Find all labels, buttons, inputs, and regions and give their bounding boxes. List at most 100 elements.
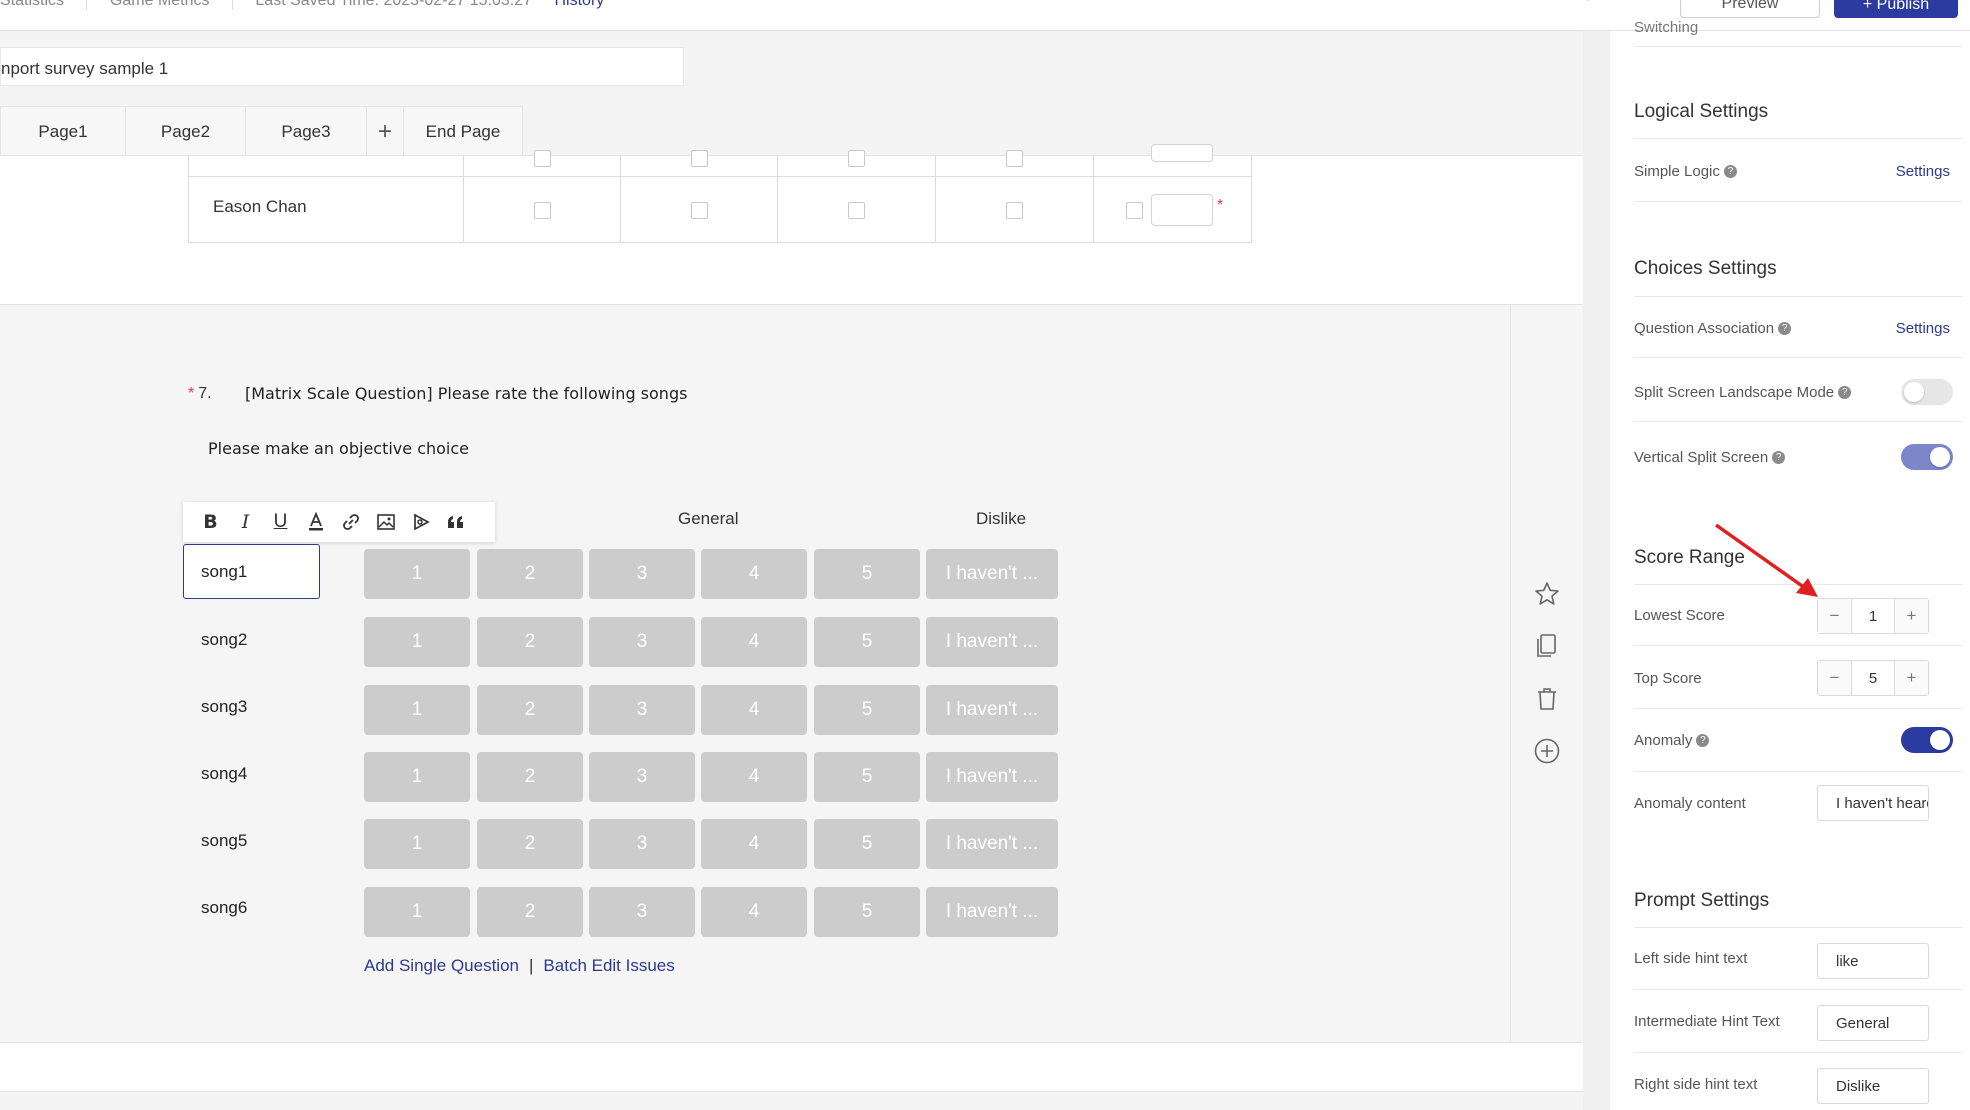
quote-icon[interactable] (438, 507, 473, 537)
survey-title-input[interactable]: nport survey sample 1 (0, 47, 684, 86)
score-option-button[interactable]: 4 (701, 549, 807, 599)
checkbox[interactable] (848, 150, 865, 167)
score-option-button[interactable]: 4 (701, 617, 807, 667)
increment-button[interactable]: + (1894, 661, 1928, 695)
score-option-button[interactable]: 5 (814, 549, 920, 599)
anomaly-toggle[interactable] (1901, 727, 1953, 753)
row-label[interactable]: song3 (201, 697, 247, 717)
score-option-button[interactable]: 5 (814, 887, 920, 937)
star-icon[interactable] (1532, 579, 1562, 609)
add-page-button[interactable]: + (367, 107, 404, 156)
split-landscape-toggle[interactable] (1901, 379, 1953, 405)
preview-button[interactable]: Preview (1680, 0, 1820, 18)
question-description[interactable]: Please make an objective choice (208, 439, 469, 458)
tab-page3[interactable]: Page3 (246, 107, 367, 156)
top-score-stepper[interactable]: − 5 + (1817, 660, 1929, 696)
decrement-button[interactable]: − (1818, 661, 1852, 695)
batch-edit-link[interactable]: Batch Edit Issues (543, 956, 674, 975)
add-single-question-link[interactable]: Add Single Question (364, 956, 519, 975)
decrement-button[interactable]: − (1818, 599, 1852, 633)
publish-button[interactable]: + Publish (1834, 0, 1958, 18)
score-option-button[interactable]: 3 (589, 685, 695, 735)
score-option-button[interactable]: 1 (364, 549, 470, 599)
checkbox[interactable] (1126, 202, 1143, 219)
row-label[interactable]: song2 (201, 630, 247, 650)
help-icon[interactable]: ? (1778, 322, 1792, 335)
lowest-score-stepper[interactable]: − 1 + (1817, 598, 1929, 634)
score-option-button[interactable]: 2 (477, 887, 583, 937)
score-option-button[interactable]: 2 (477, 819, 583, 869)
score-option-button[interactable]: 5 (814, 752, 920, 802)
checkbox[interactable] (691, 202, 708, 219)
score-option-button[interactable]: 4 (701, 887, 807, 937)
crumb-game-metrics[interactable]: Game Metrics (110, 0, 210, 10)
video-icon[interactable] (403, 507, 438, 537)
score-option-button[interactable]: 1 (364, 752, 470, 802)
score-option-button[interactable]: 4 (701, 752, 807, 802)
trash-icon[interactable] (1532, 684, 1562, 714)
row-label[interactable]: song6 (201, 898, 247, 918)
row-label[interactable]: song5 (201, 831, 247, 851)
checkbox[interactable] (691, 150, 708, 167)
copy-icon[interactable] (1532, 631, 1562, 661)
help-icon[interactable]: ? (1772, 451, 1786, 464)
score-option-button[interactable]: 3 (589, 617, 695, 667)
simple-logic-settings-link[interactable]: Settings (1896, 163, 1950, 180)
tab-end-page[interactable]: End Page (404, 107, 522, 156)
score-option-button[interactable]: 3 (589, 887, 695, 937)
row-label[interactable]: song4 (201, 764, 247, 784)
history-link[interactable]: History (555, 0, 605, 10)
score-option-button[interactable]: 3 (589, 549, 695, 599)
overwrite-import-button[interactable]: Overwrite Import (1496, 0, 1666, 14)
row-label[interactable]: song1 (201, 562, 247, 582)
tab-page1[interactable]: Page1 (1, 107, 126, 156)
score-option-button[interactable]: 5 (814, 685, 920, 735)
score-option-button[interactable]: I haven't ... (926, 752, 1058, 802)
lowest-score-value[interactable]: 1 (1852, 599, 1894, 633)
score-option-button[interactable]: 1 (364, 887, 470, 937)
tab-page2[interactable]: Page2 (126, 107, 246, 156)
underline-icon[interactable]: U (263, 507, 298, 537)
other-text-input[interactable] (1151, 194, 1213, 226)
increment-button[interactable]: + (1894, 599, 1928, 633)
score-option-button[interactable]: 2 (477, 752, 583, 802)
link-icon[interactable] (333, 507, 368, 537)
add-circle-icon[interactable] (1532, 736, 1562, 766)
italic-icon[interactable]: I (228, 507, 263, 537)
score-option-button[interactable]: 3 (589, 819, 695, 869)
checkbox[interactable] (534, 202, 551, 219)
score-option-button[interactable]: 3 (589, 752, 695, 802)
vertical-split-toggle[interactable] (1901, 444, 1953, 470)
other-text-input[interactable] (1151, 144, 1213, 162)
score-option-button[interactable]: 5 (814, 819, 920, 869)
score-option-button[interactable]: 4 (701, 819, 807, 869)
intermediate-hint-input[interactable]: General (1817, 1005, 1929, 1041)
score-option-button[interactable]: 1 (364, 819, 470, 869)
score-option-button[interactable]: 2 (477, 685, 583, 735)
image-icon[interactable] (368, 507, 403, 537)
bold-icon[interactable]: B (193, 507, 228, 537)
question-association-settings-link[interactable]: Settings (1896, 320, 1950, 337)
help-icon[interactable]: ? (1696, 734, 1710, 747)
question-title[interactable]: [Matrix Scale Question] Please rate the … (245, 384, 687, 403)
score-option-button[interactable]: I haven't ... (926, 819, 1058, 869)
score-option-button[interactable]: 5 (814, 617, 920, 667)
top-score-value[interactable]: 5 (1852, 661, 1894, 695)
help-icon[interactable]: ? (1723, 165, 1737, 178)
checkbox[interactable] (848, 202, 865, 219)
score-option-button[interactable]: I haven't ... (926, 549, 1058, 599)
score-option-button[interactable]: I haven't ... (926, 685, 1058, 735)
checkbox[interactable] (1006, 202, 1023, 219)
score-option-button[interactable]: I haven't ... (926, 617, 1058, 667)
scrollbar-track[interactable] (1583, 31, 1610, 1110)
score-option-button[interactable]: 2 (477, 617, 583, 667)
anomaly-content-input[interactable]: I haven't heard (1817, 785, 1929, 821)
help-icon[interactable]: ? (1838, 386, 1852, 399)
right-hint-input[interactable]: Dislike (1817, 1068, 1929, 1104)
checkbox[interactable] (534, 150, 551, 167)
score-option-button[interactable]: 1 (364, 617, 470, 667)
score-option-button[interactable]: 1 (364, 685, 470, 735)
font-color-icon[interactable] (298, 507, 333, 537)
crumb-statistics[interactable]: Statistics (0, 0, 64, 10)
score-option-button[interactable]: I haven't ... (926, 887, 1058, 937)
